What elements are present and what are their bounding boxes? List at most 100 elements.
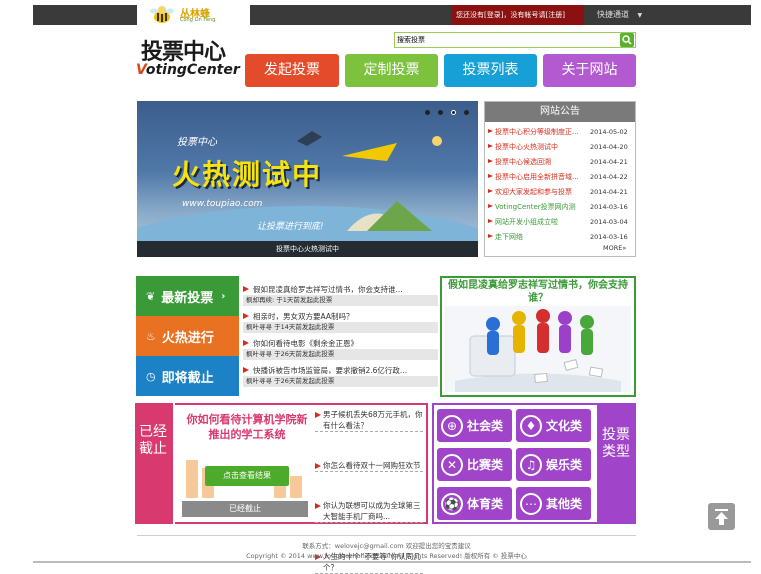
category-latest-label: 最新投票 (161, 290, 214, 306)
versus-icon: ✕ (441, 453, 463, 476)
vote-title[interactable]: 快播诉被告市场监管局，要求撤销2.6亿行政... (243, 365, 438, 376)
chevron-down-icon: ▼ (637, 12, 643, 19)
globe-icon: ⊕ (441, 414, 463, 437)
notice-item[interactable]: 投票中心火热测试中 2014-04-20 (488, 139, 634, 154)
notice-title[interactable]: 走下网络 (488, 232, 590, 242)
banner-headline: 火热测试中 (172, 158, 323, 191)
vote-title[interactable]: 假如昆凌真给罗志祥写过情书，你会支持谁... (243, 284, 438, 295)
site-logo-en[interactable]: VotingCenter (136, 62, 240, 78)
notice-title[interactable]: VotingCenter投票网内测 (488, 202, 590, 212)
search-button[interactable] (620, 33, 634, 47)
category-hot-label: 火热进行 (161, 330, 214, 346)
nav-custom-vote[interactable]: 定制投票 (345, 54, 438, 87)
type-contest-button[interactable]: ✕ 比赛类 (437, 448, 512, 481)
notice-item[interactable]: VotingCenter投票网内测 2014-03-16 (488, 199, 634, 214)
ended-list-item[interactable]: 你怎么看待双十一网购狂欢节 (315, 460, 423, 472)
nav-about[interactable]: 关于网站 (543, 54, 636, 87)
vote-item[interactable]: 相亲时，男女双方要AA制吗？ 枫叶寻寻 于14天前发起此投票 (243, 311, 438, 333)
leaf-icon: ❦ (146, 289, 156, 303)
ended-badge: 已经截止 (182, 501, 308, 517)
banner-small-title: 投票中心 (177, 137, 217, 148)
category-ending[interactable]: ◷ 即将截止 (136, 356, 239, 396)
notice-date: 2014-03-16 (590, 202, 628, 211)
vote-item[interactable]: 你如何看待电影《剩余金正恩》 枫叶寻寻 于26天前发起此投票 (243, 338, 438, 360)
people-voting-illustration (445, 306, 631, 392)
notice-item[interactable]: 投票中心候选回溯 2014-04-21 (488, 154, 634, 169)
notice-title[interactable]: 投票中心积分等级制度正... (488, 127, 590, 137)
bee-mascot-icon (150, 6, 174, 23)
culture-icon: ♦ (520, 414, 542, 437)
notice-date: 2014-03-04 (590, 217, 628, 226)
notice-item[interactable]: 网站开发小组成立啦 2014-03-04 (488, 214, 634, 229)
ended-strip (135, 403, 173, 524)
bottom-bar (33, 561, 751, 563)
category-latest[interactable]: ❦ 最新投票 › (136, 276, 239, 316)
quick-nav-menu[interactable]: 快捷通道 ▼ (597, 9, 642, 20)
type-sports-button[interactable]: ⚽ 体育类 (437, 487, 512, 520)
vote-meta: 枫叶寻寻 于26天前发起此投票 (243, 376, 438, 387)
ended-vote-title[interactable]: 你如何看待计算机学院新推出的学工系统 (182, 412, 312, 442)
ended-list-item[interactable]: 男子候机丢失68万元手机，你有什么看法？ (315, 409, 423, 432)
type-social-button[interactable]: ⊕ 社会类 (437, 409, 512, 442)
slide-dot-4[interactable] (464, 110, 469, 115)
brand-subtitle: Cong Lin Feng (180, 17, 216, 23)
slide-dot-1[interactable] (425, 110, 430, 115)
music-icon: ♫ (520, 453, 542, 476)
notice-title[interactable]: 投票中心候选回溯 (488, 157, 590, 167)
search-input[interactable] (397, 33, 617, 46)
category-hot[interactable]: ♨ 火热进行 (136, 316, 239, 356)
vote-title[interactable]: 你如何看待电影《剩余金正恩》 (243, 338, 438, 349)
slide-dot-2[interactable] (438, 110, 443, 115)
logo-en-rest: otingCenter (145, 62, 240, 78)
notice-title[interactable]: 欢迎大家发起和参与投票 (488, 187, 590, 197)
notice-date: 2014-04-21 (590, 187, 628, 196)
notice-date: 2014-05-02 (590, 127, 628, 136)
flame-icon: ♨ (146, 329, 156, 343)
featured-vote-title[interactable]: 假如昆凌真给罗志祥写过情书，你会支持谁？ (446, 279, 630, 305)
category-ending-label: 即将截止 (161, 370, 214, 386)
quick-nav-label: 快捷通道 (597, 10, 629, 19)
ended-section-label: 已经截止 (139, 424, 167, 457)
ended-list-item[interactable]: 你认为联想可以成为全球第三大智能手机厂商吗... (315, 500, 423, 523)
type-entertainment-button[interactable]: ♫ 娱乐类 (516, 448, 591, 481)
vote-item[interactable]: 假如昆凌真给罗志祥写过情书，你会支持谁... 枫却再续: 于1天前发起此投票 (243, 284, 438, 306)
notice-item[interactable]: 投票中心积分等级制度正... 2014-05-02 (488, 124, 634, 139)
login-prompt: 您还没有[登录]，没有帐号请[注册] (456, 10, 565, 20)
logo-v-letter: V (136, 62, 146, 78)
slide-dot-3[interactable] (451, 110, 456, 115)
clock-icon: ◷ (146, 369, 156, 383)
banner-slideshow[interactable]: 投票中心 火热测试中 www.toupiao.com 让投票进行到底! (137, 101, 478, 257)
search-icon (622, 35, 632, 45)
login-prefix: 您还没有 (456, 11, 484, 19)
sport-icon: ⚽ (441, 492, 463, 515)
back-to-top-button[interactable] (708, 503, 735, 530)
vote-meta: 枫叶寻寻 于14天前发起此投票 (243, 322, 438, 333)
notice-date: 2014-04-22 (590, 172, 628, 181)
notice-date: 2014-04-20 (590, 142, 628, 151)
nav-vote-list[interactable]: 投票列表 (444, 54, 537, 87)
vote-title[interactable]: 相亲时，男女双方要AA制吗？ (243, 311, 438, 322)
notice-item[interactable]: 走下网络 2014-03-16 (488, 229, 634, 244)
view-result-button[interactable]: 点击查看结果 (205, 466, 289, 486)
notice-item[interactable]: 欢迎大家发起和参与投票 2014-04-21 (488, 184, 634, 199)
login-link[interactable]: [登录] (484, 11, 503, 19)
type-other-button[interactable]: ⋯ 其他类 (516, 487, 591, 520)
notice-title[interactable]: 投票中心启用全新拼音域... (488, 172, 590, 182)
chevron-right-icon: › (221, 290, 226, 302)
nav-create-vote[interactable]: 发起投票 (245, 54, 339, 87)
vote-item[interactable]: 快播诉被告市场监管局，要求撤销2.6亿行政... 枫叶寻寻 于26天前发起此投票 (243, 365, 438, 387)
notice-date: 2014-03-16 (590, 232, 628, 241)
type-culture-button[interactable]: ♦ 文化类 (516, 409, 591, 442)
footer-divider (137, 535, 636, 536)
notice-title[interactable]: 网站开发小组成立啦 (488, 217, 590, 227)
banner-caption[interactable]: 投票中心火热测试中 (137, 244, 478, 254)
notice-more-link[interactable]: MORE» (603, 244, 626, 252)
banner-url: www.toupiao.com (182, 199, 263, 209)
register-link[interactable]: [注册] (545, 11, 564, 19)
notice-date: 2014-04-21 (590, 157, 628, 166)
type-label: 比赛类 (467, 458, 504, 472)
notice-item[interactable]: 投票中心启用全新拼音域... 2014-04-22 (488, 169, 634, 184)
type-label: 体育类 (467, 497, 504, 511)
vote-meta: 枫却再续: 于1天前发起此投票 (243, 295, 438, 306)
notice-title[interactable]: 投票中心火热测试中 (488, 142, 590, 152)
